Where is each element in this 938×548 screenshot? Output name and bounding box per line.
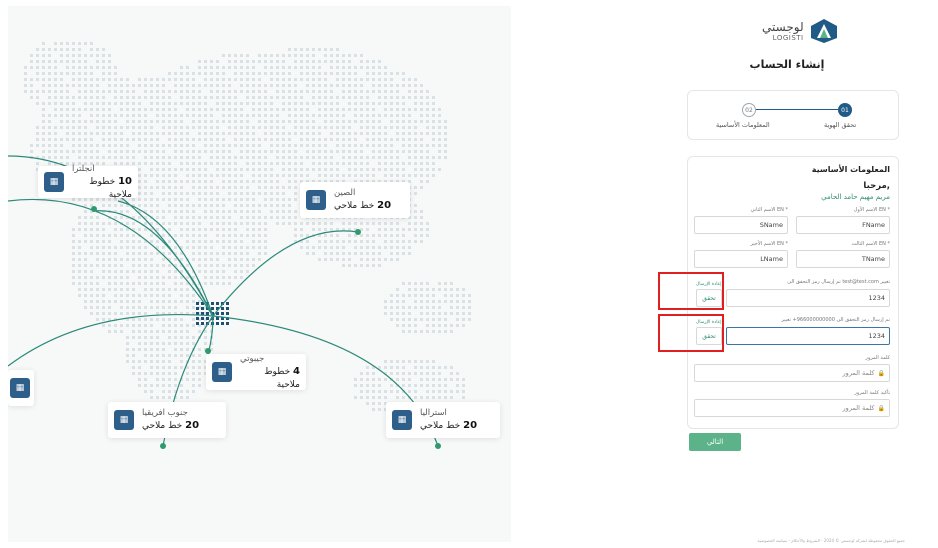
city-name: جنوب افريقيا xyxy=(142,408,188,418)
step-2-indicator[interactable]: 02 xyxy=(742,103,756,117)
signup-page: ▦ انجلترا 10 خطوط ملاحية ▦ الصين 20 خط م… xyxy=(0,0,938,548)
route-count: 20 xyxy=(185,420,200,431)
logo: لوجستي LOGISTI xyxy=(762,18,838,44)
route-unit: خط ملاحي xyxy=(420,421,461,431)
city-name: انجلترا xyxy=(72,163,95,174)
city-card-china: ▦ الصين 20 خط ملاحي xyxy=(300,182,410,218)
next-button[interactable]: التالي xyxy=(689,433,741,451)
route-unit: خط ملاحي xyxy=(334,201,375,211)
steps-card: 01 02 تحقق الهوية المعلومات الأساسية xyxy=(687,90,899,140)
logo-english: LOGISTI xyxy=(772,33,804,42)
email-otp-field[interactable]: 1234 xyxy=(726,289,890,307)
ship-icon: ▦ xyxy=(10,378,30,398)
ship-icon: ▦ xyxy=(392,410,412,430)
first-name-field[interactable]: FName xyxy=(796,216,890,234)
footer-copyright: جميع الحقوق محفوظة لشركة لوجستي © 2024 -… xyxy=(757,538,905,543)
second-name-field[interactable]: SName xyxy=(694,216,788,234)
last-name-field[interactable]: LName xyxy=(694,250,788,268)
email-otp-label: تم إرسال رمز التحقق الى test@test.com تغ… xyxy=(787,279,890,285)
step-1-label: تحقق الهوية xyxy=(824,121,857,129)
city-name: جيبوتي xyxy=(240,353,265,364)
city-name: الصين xyxy=(334,188,356,198)
highlight-box-email-verify xyxy=(658,272,724,310)
step-connector xyxy=(756,109,838,110)
route-count: 4 xyxy=(293,365,300,377)
world-map xyxy=(8,42,471,449)
route-count: 20 xyxy=(463,420,478,431)
password-field[interactable]: كلمة المرور 🔒 xyxy=(694,364,890,382)
world-map-panel: ▦ انجلترا 10 خطوط ملاحية ▦ الصين 20 خط م… xyxy=(8,6,511,542)
lock-icon: 🔒 xyxy=(877,404,885,412)
confirm-password-placeholder: كلمة المرور xyxy=(842,404,875,412)
step-2-label: المعلومات الأساسية xyxy=(716,121,770,129)
last-name-label: الاسم الأخير EN * xyxy=(750,241,788,247)
port-marker xyxy=(355,229,361,235)
user-full-name: مريم مهيم حامد الحامي xyxy=(821,193,890,201)
greeting: مرحبا, xyxy=(863,181,890,191)
section-title: المعلومات الأساسية xyxy=(811,165,890,174)
ship-icon: ▦ xyxy=(212,362,232,382)
step-1-indicator[interactable]: 01 xyxy=(838,103,852,117)
route-count: 10 xyxy=(118,175,132,187)
ship-icon: ▦ xyxy=(44,172,64,192)
route-unit: خط ملاحي xyxy=(142,421,183,431)
city-card-djibouti: ▦ جيبوتي 4 خطوط ملاحية xyxy=(206,354,306,390)
confirm-password-label: تأكيد كلمة المرور xyxy=(854,390,890,396)
port-marker xyxy=(435,443,441,449)
port-marker xyxy=(91,206,97,212)
lock-icon: 🔒 xyxy=(877,369,885,377)
password-placeholder: كلمة المرور xyxy=(842,369,875,377)
logo-icon xyxy=(810,19,837,43)
shipping-route xyxy=(8,313,214,367)
city-name: استراليا xyxy=(420,408,447,418)
city-card-south-africa: ▦ جنوب افريقيا 20 خط ملاحي xyxy=(108,402,226,438)
confirm-password-field[interactable]: كلمة المرور 🔒 xyxy=(694,399,890,417)
password-label: كلمة المرور xyxy=(865,355,890,361)
phone-otp-field[interactable]: 1234 xyxy=(726,327,890,345)
third-name-label: الاسم الثالث EN * xyxy=(851,241,890,247)
logo-arabic: لوجستي xyxy=(762,19,804,34)
highlight-box-phone-verify xyxy=(658,314,724,352)
city-card-offscreen: ▦ xyxy=(8,370,34,406)
city-card-england: ▦ انجلترا 10 خطوط ملاحية xyxy=(38,163,138,200)
phone-otp-label: تم إرسال رمز التحقق الى 966000000000+ تغ… xyxy=(781,317,890,323)
route-count: 20 xyxy=(377,200,392,211)
ship-icon: ▦ xyxy=(114,410,134,430)
shipping-route xyxy=(93,210,214,317)
port-marker xyxy=(160,443,166,449)
page-title: إنشاء الحساب xyxy=(749,58,825,71)
third-name-field[interactable]: TName xyxy=(796,250,890,268)
city-card-australia: ▦ استراليا 20 خط ملاحي xyxy=(386,402,500,438)
second-name-label: الاسم الثاني EN * xyxy=(750,207,788,213)
first-name-label: الاسم الأول EN * xyxy=(853,207,890,213)
ship-icon: ▦ xyxy=(306,190,326,210)
shipping-route xyxy=(212,230,359,317)
signup-panel: لوجستي LOGISTI إنشاء الحساب 01 02 تحقق ا… xyxy=(511,0,938,548)
